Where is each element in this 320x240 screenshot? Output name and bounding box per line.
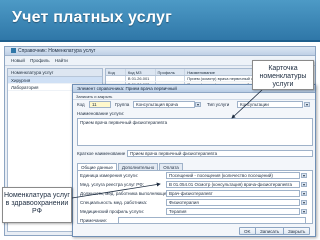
name-textarea[interactable]: Прием врача первичный физиотерапевта (77, 118, 313, 146)
ok-button[interactable]: OK (239, 227, 256, 235)
left-panel-item[interactable]: Хирургия (8, 77, 102, 84)
app-titlebar: Справочник: Номенклатура услуг (5, 47, 315, 56)
specialty-dropdown-icon[interactable]: ▾ (301, 200, 307, 205)
service-type-dropdown-icon[interactable]: ▾ (304, 102, 310, 107)
grid-column-header[interactable]: Профиль (156, 69, 186, 75)
app-icon (11, 48, 16, 53)
group-label: Группа (115, 102, 130, 107)
code-input[interactable]: 11 (89, 101, 111, 108)
new-button[interactable]: Новый (9, 56, 27, 65)
full-name-input[interactable]: Прием врача первичный физиотерапевта (127, 150, 313, 157)
registry-label: Мед. услуга реестра услуг РФ: (80, 182, 144, 187)
grid-cell (156, 76, 186, 81)
registry-dropdown-icon[interactable]: ▾ (301, 182, 307, 187)
tab-body: Единица измерения услуги: Посещений - по… (77, 170, 313, 224)
service-type-label: Тип услуги (207, 102, 230, 107)
grid-column-header[interactable]: Код МЗ (126, 69, 156, 75)
position-input[interactable]: Врач-физиотерапевт (166, 190, 300, 197)
full-name-label: Краткое наименование (77, 151, 126, 156)
grid-cell (106, 76, 126, 81)
tab-payment[interactable]: Оплата (159, 163, 183, 170)
name-label: Наименование услуги: (77, 111, 125, 116)
unit-label: Единица измерения услуги: (80, 173, 139, 178)
specialty-label: Специальность мед. работника: (80, 200, 148, 205)
left-panel-header: Номенклатура услуг (8, 69, 102, 77)
callout-service-card: Карточка номенклатуры услуги (252, 60, 314, 90)
save-and-close-button[interactable]: Записать и закрыть (76, 94, 112, 99)
note-input[interactable] (118, 217, 306, 224)
note-label: Примечание: (80, 218, 108, 223)
callout-service-nomenclature: Номенклатура услуг в здравоохранении РФ (2, 187, 72, 223)
unit-input[interactable]: Посещений - посещения (количество посеще… (166, 172, 300, 179)
grid-cell: B 01.26.001 (126, 76, 156, 81)
grid-column-header[interactable]: Код (106, 69, 126, 75)
tab-general[interactable]: Общие данные (77, 163, 117, 170)
specialty-input[interactable]: Физиотерапия (166, 199, 300, 206)
profile-dropdown-icon[interactable]: ▾ (301, 209, 307, 214)
profile-button[interactable]: Профиль (28, 56, 51, 65)
slide-title: Учет платных услуг (12, 9, 172, 26)
tab-additional[interactable]: Дополнительно (117, 163, 159, 170)
close-button[interactable]: Закрыть (283, 227, 311, 235)
find-button[interactable]: Найти (53, 56, 70, 65)
service-card-dialog: Элемент справочника: Прием врача первичн… (72, 84, 316, 237)
dialog-toolbar: Записать и закрыть (73, 93, 315, 100)
group-dropdown-icon[interactable]: ▾ (195, 102, 201, 107)
slide-header: Учет платных услуг (0, 0, 320, 42)
registry-input[interactable]: B 01.054.01 Осмотр (консультация) врача-… (166, 181, 300, 188)
profile-input[interactable]: Терапия (166, 208, 300, 215)
profile-label: Медицинский профиль услуги: (80, 209, 145, 214)
app-title: Справочник: Номенклатура услуг (18, 48, 96, 54)
save-button[interactable]: Записать (255, 227, 285, 235)
position-dropdown-icon[interactable]: ▾ (301, 191, 307, 196)
code-label: Код (77, 102, 85, 107)
service-type-input[interactable]: Консультации (237, 101, 303, 108)
unit-dropdown-icon[interactable]: ▾ (301, 173, 307, 178)
dialog-tabs: Общие данные Дополнительно Оплата (77, 163, 184, 170)
group-input[interactable]: Консультация врача (133, 101, 195, 108)
